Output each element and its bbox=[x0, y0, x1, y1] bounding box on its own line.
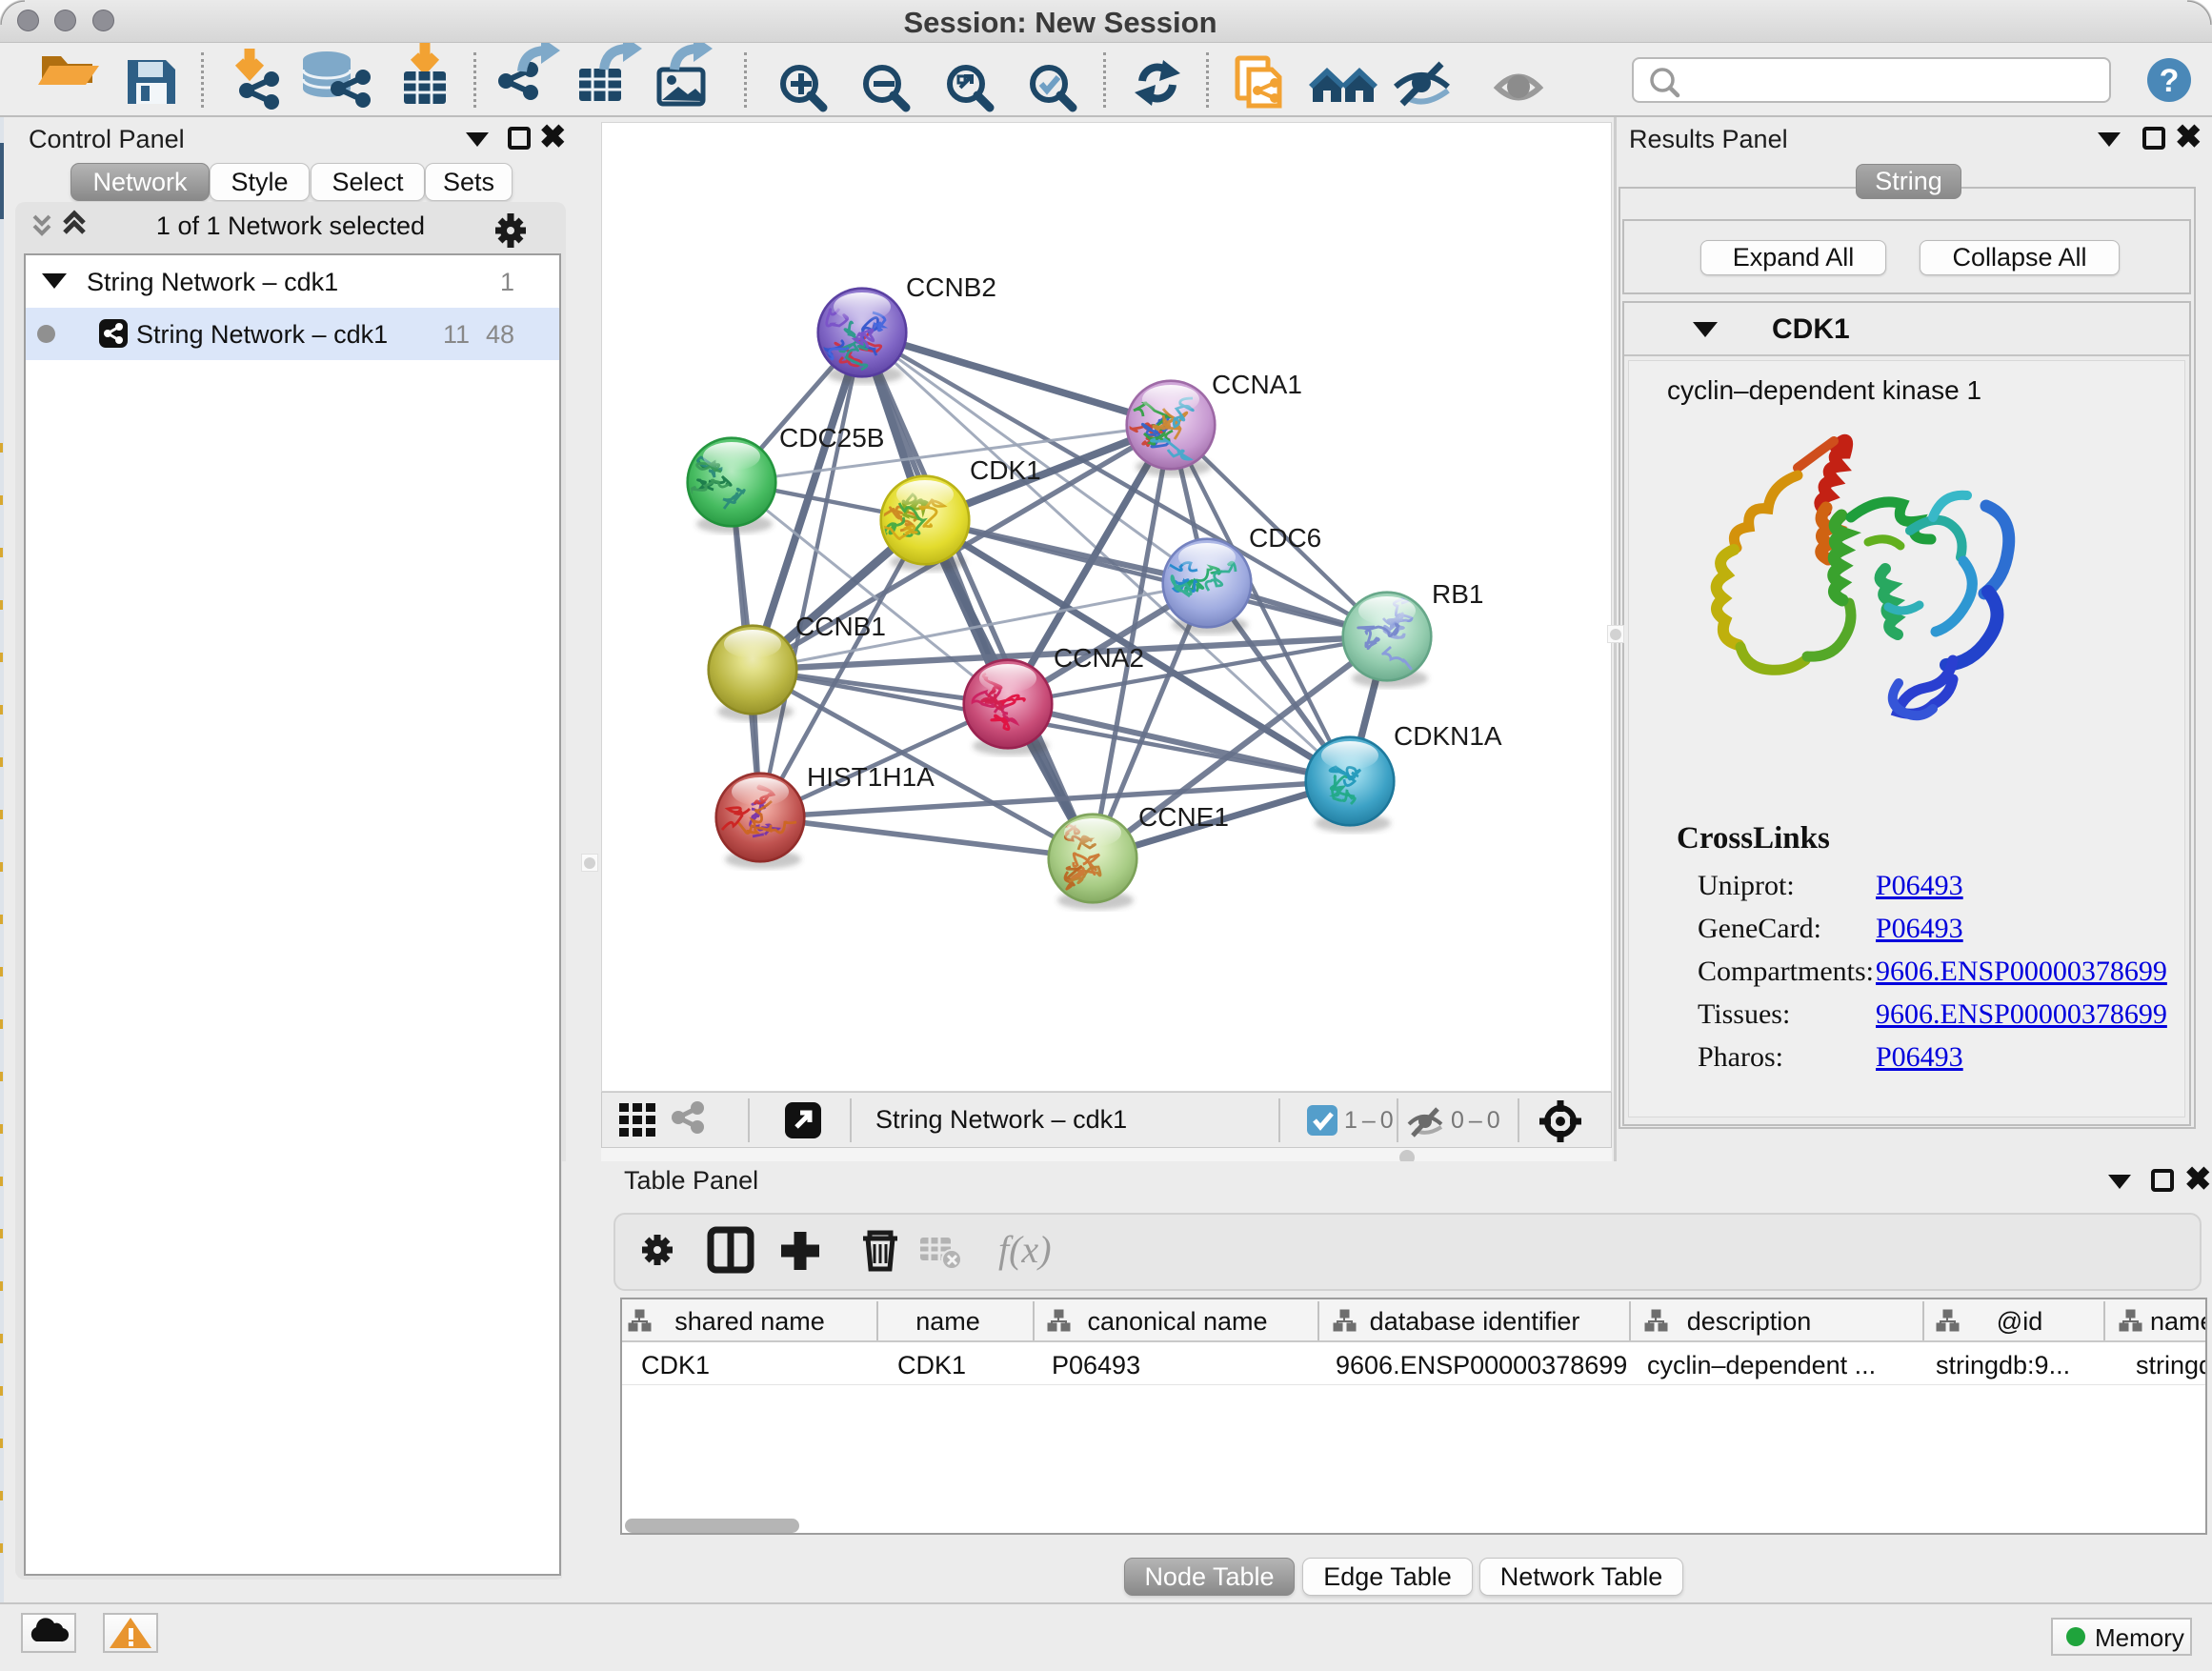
svg-text:CDK1: CDK1 bbox=[641, 1351, 710, 1379]
svg-text:RB1: RB1 bbox=[1432, 579, 1483, 609]
svg-text:CCNB2: CCNB2 bbox=[906, 272, 996, 302]
svg-text:cyclin–dependent ...: cyclin–dependent ... bbox=[1647, 1351, 1876, 1379]
svg-text:?: ? bbox=[2160, 63, 2180, 99]
svg-text:@id: @id bbox=[1997, 1307, 2042, 1336]
svg-text:canonical name: canonical name bbox=[1087, 1307, 1267, 1336]
svg-text:P06493: P06493 bbox=[1052, 1351, 1140, 1379]
svg-text:CDKN1A: CDKN1A bbox=[1394, 721, 1502, 751]
svg-text:HIST1H1A: HIST1H1A bbox=[807, 762, 935, 792]
svg-text:shared name: shared name bbox=[674, 1307, 825, 1336]
svg-text:CCNA1: CCNA1 bbox=[1212, 370, 1302, 399]
svg-text:namespac: namespac bbox=[2150, 1307, 2205, 1336]
svg-text:stringdb: stringdb bbox=[2136, 1351, 2205, 1379]
svg-text:CDK1: CDK1 bbox=[970, 455, 1041, 485]
svg-text:database identifier: database identifier bbox=[1370, 1307, 1580, 1336]
svg-text:name: name bbox=[915, 1307, 980, 1336]
svg-text:stringdb:9...: stringdb:9... bbox=[1936, 1351, 2070, 1379]
svg-text:CCNA2: CCNA2 bbox=[1054, 643, 1144, 673]
svg-text:9606.ENSP00000378699: 9606.ENSP00000378699 bbox=[1336, 1351, 1627, 1379]
svg-text:f(x): f(x) bbox=[998, 1228, 1052, 1271]
svg-text:CDC25B: CDC25B bbox=[779, 423, 884, 453]
svg-text:CCNE1: CCNE1 bbox=[1138, 802, 1229, 832]
svg-text:CDC6: CDC6 bbox=[1249, 523, 1321, 553]
svg-text:CCNB1: CCNB1 bbox=[795, 612, 886, 641]
svg-text:CDK1: CDK1 bbox=[897, 1351, 966, 1379]
svg-text:description: description bbox=[1687, 1307, 1812, 1336]
